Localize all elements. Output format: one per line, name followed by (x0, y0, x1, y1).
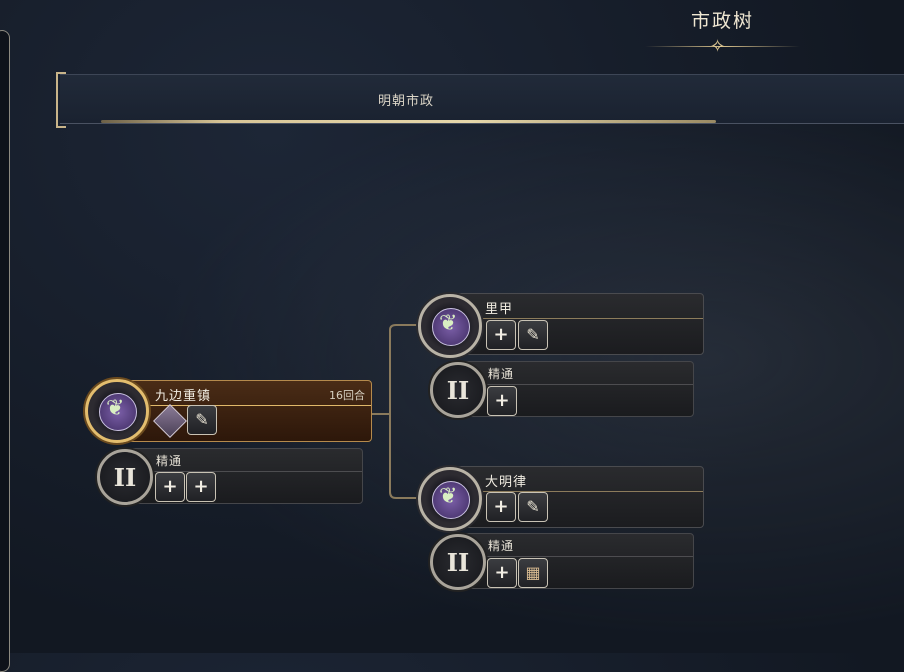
civic-name: 九边重镇 (155, 389, 212, 404)
civic-node-daminglv[interactable]: 大明律 (446, 466, 704, 528)
turns-remaining: 16回合 (329, 389, 365, 402)
mastery-tier-badge: II (430, 362, 486, 418)
mastery-tier-badge: II (97, 449, 153, 505)
civic-medal-jiubian[interactable] (85, 379, 149, 443)
civic-emblem-icon (432, 308, 470, 346)
building-icon[interactable]: ▦ (518, 558, 548, 588)
mastery-name-strip: 精通 (457, 362, 693, 385)
civic-node-jiubian[interactable]: 九边重镇 16回合 (112, 380, 372, 442)
mastery-label: 精通 (156, 454, 183, 468)
civic-name-strip: 里甲 (447, 294, 703, 319)
civic-node-lijia[interactable]: 里甲 (446, 293, 704, 355)
mastery-label: 精通 (488, 539, 515, 553)
civic-name-strip: 大明律 (447, 467, 703, 492)
civic-emblem-icon (99, 393, 137, 431)
civic-medal-daminglv[interactable] (418, 467, 482, 531)
plus-icon[interactable]: + (487, 558, 517, 588)
civic-emblem-icon (432, 481, 470, 519)
unlock-quill-icon[interactable]: ✎ (518, 492, 548, 522)
plus-icon[interactable]: + (487, 386, 517, 416)
civic-name: 大明律 (485, 475, 528, 490)
unlock-quill-icon[interactable]: ✎ (518, 320, 548, 350)
civic-name-strip: 九边重镇 16回合 (113, 381, 371, 406)
civic-medal-lijia[interactable] (418, 294, 482, 358)
mastery-label: 精通 (488, 367, 515, 381)
mastery-tier-badge: II (430, 534, 486, 590)
plus-icon[interactable]: + (486, 320, 516, 350)
mastery-name-strip: 精通 (121, 449, 362, 472)
plus-icon[interactable]: + (155, 472, 185, 502)
unlock-quill-icon[interactable]: ✎ (187, 405, 217, 435)
civic-name: 里甲 (485, 302, 514, 317)
plus-icon[interactable]: + (186, 472, 216, 502)
plus-icon[interactable]: + (486, 492, 516, 522)
mastery-name-strip: 精通 (457, 534, 693, 557)
